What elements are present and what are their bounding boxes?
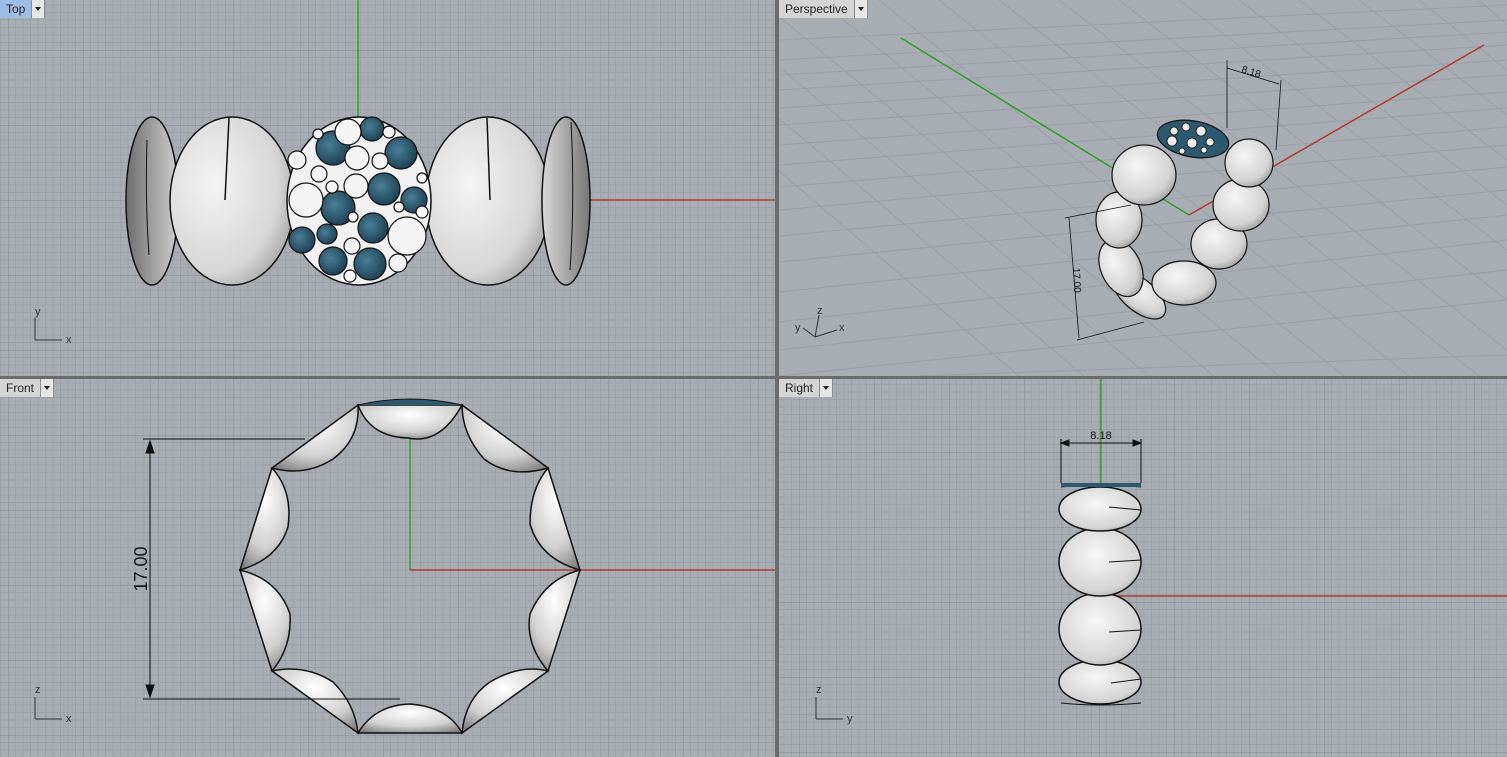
viewport-front[interactable]: Front 17.00 z x	[0, 379, 775, 757]
viewport-menu-button-front[interactable]	[41, 379, 55, 397]
right-view-canvas[interactable]: 8.18 z y	[779, 379, 1507, 757]
viewport-title-top: Top	[0, 0, 33, 18]
dimension-width-label: 8.18	[1090, 430, 1111, 442]
dimension-diameter-label: 17.00	[1070, 268, 1082, 294]
viewport-tab-top[interactable]: Top	[0, 0, 46, 18]
chevron-down-icon	[823, 386, 830, 390]
axis-label-z: z	[817, 305, 823, 317]
chevron-down-icon	[35, 7, 42, 11]
axis-label-z: z	[816, 684, 822, 696]
dimension-width-label: 8.18	[1240, 64, 1262, 80]
viewport-title-front: Front	[0, 379, 42, 397]
viewport-tab-front[interactable]: Front	[0, 379, 55, 397]
axis-label-x: x	[66, 334, 72, 346]
chevron-down-icon	[44, 386, 51, 390]
gem-row-right	[1061, 483, 1141, 487]
axis-label-x: x	[66, 713, 72, 725]
top-view-canvas[interactable]: y x	[0, 0, 775, 376]
axis-label-y: y	[795, 322, 801, 334]
dimension-diameter-label: 17.00	[131, 546, 151, 591]
axis-label-y: y	[35, 306, 41, 318]
viewport-top[interactable]: Top y x	[0, 0, 775, 376]
viewport-right[interactable]: Right 8.18 z y	[779, 379, 1507, 757]
grid	[779, 379, 1507, 757]
viewport-menu-button-top[interactable]	[32, 0, 46, 18]
chevron-down-icon	[857, 7, 864, 11]
viewport-tab-right[interactable]: Right	[779, 379, 834, 397]
grid	[0, 379, 775, 757]
axis-label-y: y	[847, 713, 853, 725]
axis-gizmo-perspective: y z x	[795, 305, 845, 338]
viewport-menu-button-perspective[interactable]	[854, 0, 868, 18]
front-view-canvas[interactable]: 17.00 z x	[0, 379, 775, 757]
viewport-title-right: Right	[779, 379, 821, 397]
viewport-menu-button-right[interactable]	[820, 379, 834, 397]
perspective-view-canvas[interactable]: 8.18 17.00 y z x	[779, 0, 1507, 376]
viewport-tab-perspective[interactable]: Perspective	[779, 0, 868, 18]
axis-label-x: x	[839, 322, 845, 334]
viewport-perspective[interactable]: Perspective 8.18 17.00 y z x	[779, 0, 1507, 376]
axis-label-z: z	[35, 684, 41, 696]
viewport-title-perspective: Perspective	[779, 0, 855, 18]
